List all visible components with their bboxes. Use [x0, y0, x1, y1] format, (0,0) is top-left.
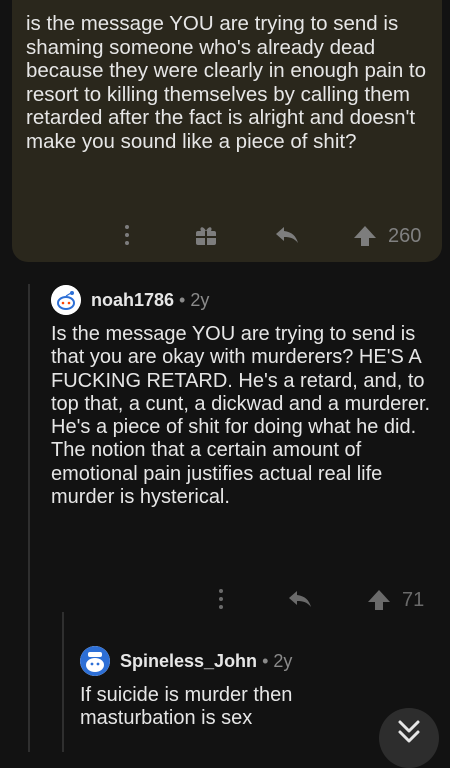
- reply-body: Is the message YOU are trying to send is…: [51, 323, 431, 509]
- double-chevron-down-icon: [398, 720, 420, 743]
- upvote-button[interactable]: 260: [352, 224, 421, 248]
- reply-header: Spineless_John • 2y: [80, 646, 292, 676]
- upvote-icon: [354, 226, 376, 246]
- parent-comment-text: is the message YOU are trying to send is…: [26, 12, 427, 153]
- reply-icon: [276, 227, 298, 243]
- upvote-button[interactable]: 71: [366, 588, 424, 612]
- reply-button[interactable]: [274, 225, 300, 245]
- reply-icon: [289, 591, 311, 607]
- snoo-avatar-icon: [51, 285, 81, 315]
- timestamp: 2y: [190, 289, 210, 310]
- avatar[interactable]: [51, 285, 81, 315]
- thread-line: [62, 612, 64, 752]
- more-icon: [125, 225, 129, 245]
- award-icon: [196, 227, 216, 245]
- more-options-button[interactable]: [218, 588, 224, 610]
- username[interactable]: Spineless_John: [120, 651, 257, 672]
- scroll-next-button[interactable]: [379, 708, 439, 768]
- reply-body: If suicide is murder then masturbation i…: [80, 684, 293, 730]
- timestamp: 2y: [273, 650, 293, 671]
- upvote-icon: [368, 590, 390, 610]
- parent-comment-card: is the message YOU are trying to send is…: [12, 0, 442, 262]
- separator: •: [262, 650, 269, 671]
- separator: •: [179, 289, 186, 310]
- upvote-count: 260: [388, 224, 422, 247]
- avatar[interactable]: [80, 646, 110, 676]
- upvote-count: 71: [402, 588, 425, 611]
- snoo-avatar-icon: [80, 646, 110, 676]
- more-icon: [219, 589, 223, 609]
- username[interactable]: noah1786: [91, 290, 174, 311]
- more-options-button[interactable]: [124, 224, 130, 246]
- thread-line: [28, 284, 30, 752]
- reply-header: noah1786 • 2y: [51, 285, 209, 315]
- award-button[interactable]: [194, 224, 218, 246]
- reply-button[interactable]: [287, 589, 313, 609]
